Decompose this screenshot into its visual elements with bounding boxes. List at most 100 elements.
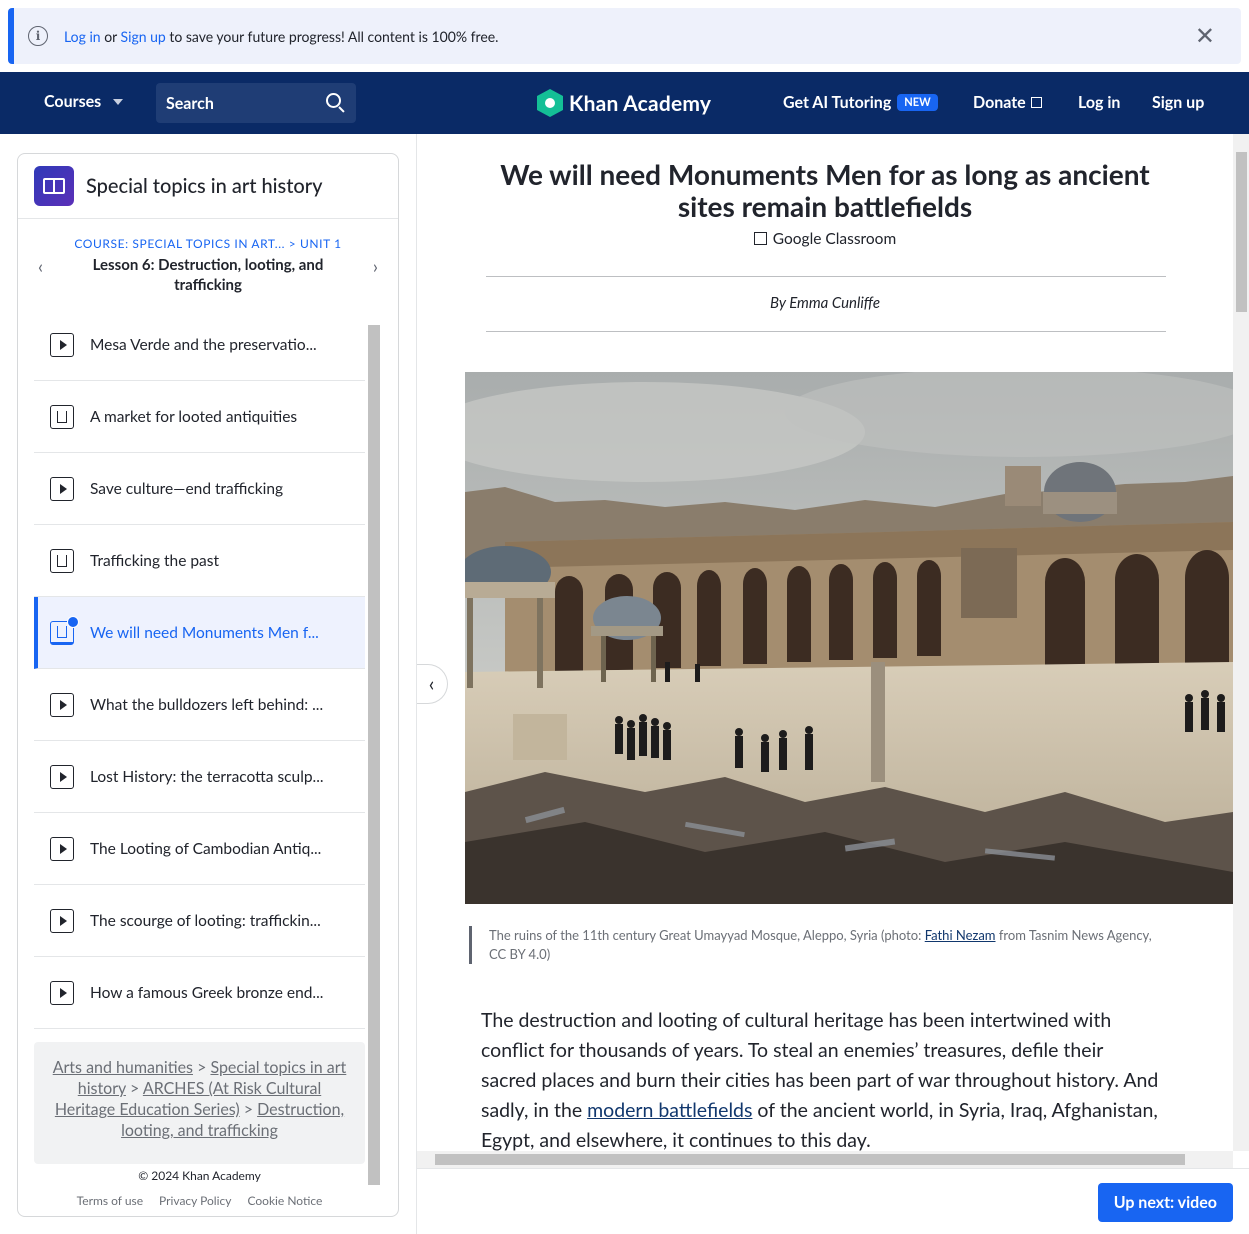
nav-login-button[interactable]: Log in [1078,93,1120,112]
crumb-unit-link[interactable]: UNIT 1 [300,236,342,251]
article-icon [50,615,79,645]
check-badge-icon [67,615,79,628]
course-sidebar: Special topics in art history ‹ COURSE: … [17,153,399,1217]
list-item[interactable]: How a famous Greek bronze end... [34,957,365,1029]
item-label: How a famous Greek bronze end... [90,983,324,1002]
divider [486,331,1166,332]
courses-label: Courses [44,92,102,111]
byline: By Emma Cunliffe [769,294,880,312]
login-banner: i Log in or Sign up to save your future … [8,8,1241,64]
course-title[interactable]: Special topics in art history [86,174,323,198]
close-icon[interactable]: ✕ [1195,24,1215,48]
caption-text: The ruins of the 11th century Great Umay… [489,927,925,943]
breadcrumb-arts-link[interactable]: Arts and humanities [53,1058,193,1077]
copyright-text: © 2024 Khan Academy [138,1168,261,1183]
list-item[interactable]: Lost History: the terracotta sculp... [34,741,365,813]
course-unit-crumb: COURSE: SPECIAL TOPICS IN ART... > UNIT … [18,236,398,251]
item-label: The Looting of Cambodian Antiq... [90,839,322,858]
article-icon [50,548,74,573]
chevron-down-icon [113,98,124,105]
privacy-link[interactable]: Privacy Policy [159,1193,231,1208]
photographer-link[interactable]: Fathi Nezam [925,927,996,943]
banner-message: Log in or Sign up to save your future pr… [64,28,498,45]
search-input[interactable]: Search [156,83,356,123]
breadcrumb: Arts and humanities > Special topics in … [34,1042,365,1164]
cookie-link[interactable]: Cookie Notice [247,1193,322,1208]
play-icon [50,908,74,933]
chevron-left-icon: ‹ [428,672,435,696]
article-pane: We will need Monuments Men for as long a… [416,134,1249,1234]
logo-icon [537,89,563,117]
book-icon [34,166,74,206]
sidebar-footer: © 2024 Khan Academy Terms of use Privacy… [34,1168,365,1208]
info-icon: i [28,26,48,46]
top-nav: Courses Search Khan Academy Get AI Tutor… [0,72,1249,134]
breadcrumb-separator: > [192,1058,211,1077]
play-icon [50,476,74,501]
lesson-navigation: ‹ COURSE: SPECIAL TOPICS IN ART... > UNI… [18,219,398,309]
lesson-item-list: Mesa Verde and the preservatio... A mark… [34,309,365,1031]
divider [486,276,1166,277]
ai-tutoring-link[interactable]: Get AI Tutoring NEW [783,93,938,112]
collapse-sidebar-button[interactable]: ‹ [417,664,448,704]
sidebar-header: Special topics in art history [18,154,398,219]
item-label: Save culture—end trafficking [90,479,284,498]
sidebar-scroll-thumb[interactable] [368,325,380,1185]
play-icon [50,692,74,717]
list-item[interactable]: Trafficking the past [34,525,365,597]
google-classroom-icon [753,232,767,245]
banner-login-link[interactable]: Log in [64,28,101,45]
play-icon [50,764,74,789]
item-label: Trafficking the past [90,551,219,570]
modern-battlefields-link[interactable]: modern battlefields [587,1099,752,1122]
chevron-right-icon[interactable]: › [373,255,378,277]
donate-label: Donate [973,93,1026,112]
item-label: Mesa Verde and the preservatio... [90,335,317,354]
donate-link[interactable]: Donate [973,93,1042,112]
horizontal-scroll-thumb[interactable] [435,1154,1185,1165]
list-item[interactable]: What the bulldozers left behind: ... [34,669,365,741]
sidebar-scrollbar[interactable] [367,309,381,1205]
article-paragraph: The destruction and looting of cultural … [481,1006,1161,1156]
list-item[interactable]: The scourge of looting: traffickin... [34,885,365,957]
terms-link[interactable]: Terms of use [77,1193,143,1208]
list-item[interactable]: A market for looted antiquities [34,381,365,453]
item-label: What the bulldozers left behind: ... [90,695,324,714]
article-icon [50,404,74,429]
breadcrumb-separator: > [125,1079,143,1098]
google-classroom-button[interactable]: Google Classroom [417,230,1233,248]
play-icon [50,980,74,1005]
banner-signup-link[interactable]: Sign up [121,28,166,45]
article-title: We will need Monuments Men for as long a… [500,157,1150,223]
chevron-left-icon[interactable]: ‹ [38,255,43,277]
crumb-course-link[interactable]: COURSE: SPECIAL TOPICS IN ART... [74,236,285,251]
bottom-bar: Up next: video [417,1168,1249,1234]
list-item[interactable]: The Looting of Cambodian Antiq... [34,813,365,885]
list-item[interactable]: Save culture—end trafficking [34,453,365,525]
horizontal-scrollbar[interactable] [417,1151,1233,1168]
khan-academy-logo[interactable]: Khan Academy [537,89,711,117]
nav-signup-button[interactable]: Sign up [1152,93,1204,112]
item-label: A market for looted antiquities [90,407,298,426]
play-icon [50,332,74,357]
external-link-icon [1030,97,1042,108]
banner-text: to save your future progress! All conten… [165,27,499,45]
search-label: Search [166,93,214,113]
up-next-button[interactable]: Up next: video [1097,1183,1233,1222]
ai-tutoring-label: Get AI Tutoring [783,93,892,112]
item-label: We will need Monuments Men f... [90,623,319,642]
list-item-active[interactable]: We will need Monuments Men f... [34,597,365,669]
list-item[interactable]: Mesa Verde and the preservatio... [34,309,365,381]
mosque-ruins-photo [465,372,1233,904]
vertical-scroll-thumb[interactable] [1236,152,1247,312]
courses-menu[interactable]: Courses [44,92,124,111]
search-icon [326,93,346,113]
item-label: The scourge of looting: traffickin... [90,911,321,930]
vertical-scrollbar[interactable] [1233,134,1249,1151]
new-badge: NEW [897,94,938,111]
crumb-separator: > [285,236,300,251]
banner-or-text: or [100,27,121,45]
photo-caption: The ruins of the 11th century Great Umay… [469,926,1169,964]
google-classroom-label: Google Classroom [772,230,897,248]
item-label: Lost History: the terracotta sculp... [90,767,324,786]
